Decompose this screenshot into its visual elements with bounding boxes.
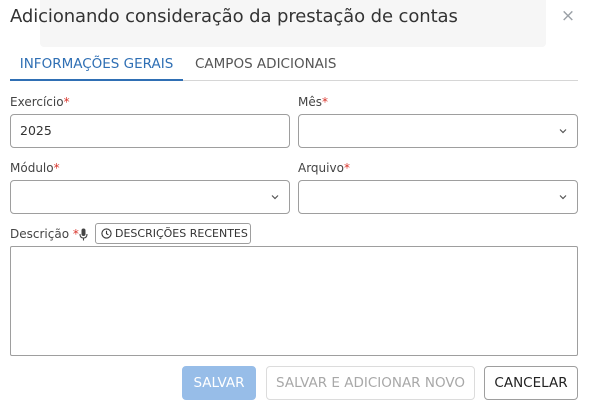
save-button[interactable]: SALVAR [182, 366, 256, 400]
arquivo-label-text: Arquivo [298, 161, 344, 175]
tab-informacoes-gerais[interactable]: INFORMAÇÕES GERAIS [10, 50, 183, 81]
clock-icon [101, 228, 112, 239]
required-mark: * [343, 161, 350, 175]
descricao-textarea[interactable] [10, 246, 578, 356]
arquivo-label: Arquivo* [298, 161, 350, 175]
dialog-header: Adicionando consideração da prestação de… [0, 0, 592, 47]
recent-descriptions-label: DESCRIÇÕES RECENTES [115, 227, 248, 240]
descricao-label-text: Descrição [10, 227, 70, 241]
save-and-add-new-button[interactable]: SALVAR E ADICIONAR NOVO [266, 366, 475, 400]
modulo-select[interactable] [10, 180, 290, 214]
dialog-title: Adicionando consideração da prestação de… [10, 6, 458, 27]
descricao-label: Descrição * [10, 227, 79, 241]
required-mark: * [322, 95, 328, 109]
exercicio-input[interactable]: 2025 [10, 114, 290, 148]
recent-descriptions-button[interactable]: DESCRIÇÕES RECENTES [95, 223, 251, 244]
close-icon[interactable]: × [560, 5, 576, 27]
modulo-label: Módulo* [10, 161, 60, 175]
required-mark: * [63, 95, 70, 109]
mes-label-text: Mês [298, 95, 322, 109]
required-mark: * [72, 227, 79, 241]
required-mark: * [53, 161, 60, 175]
arquivo-select[interactable] [298, 180, 578, 214]
tab-campos-adicionais[interactable]: CAMPOS ADICIONAIS [195, 50, 336, 81]
mes-select[interactable] [298, 114, 578, 148]
cancel-button[interactable]: CANCELAR [484, 366, 578, 400]
mes-label: Mês* [298, 95, 328, 109]
chevron-down-icon [559, 195, 567, 200]
modulo-label-text: Módulo [10, 161, 54, 175]
tab-bar: INFORMAÇÕES GERAIS CAMPOS ADICIONAIS [10, 50, 578, 81]
chevron-down-icon [271, 195, 279, 200]
exercicio-label: Exercício* [10, 95, 70, 109]
exercicio-label-text: Exercício [10, 95, 64, 109]
microphone-icon[interactable] [79, 228, 88, 241]
chevron-down-icon [559, 129, 567, 134]
